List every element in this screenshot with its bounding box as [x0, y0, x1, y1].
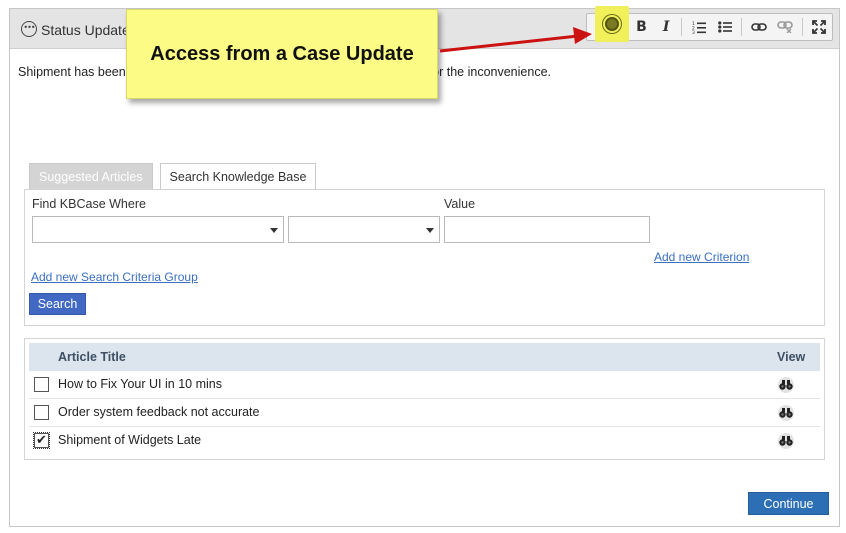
column-header-view: View: [777, 350, 806, 364]
table-row: Order system feedback not accurate: [29, 399, 820, 427]
add-new-criterion-link[interactable]: Add new Criterion: [654, 250, 749, 264]
binoculars-icon[interactable]: [777, 405, 795, 421]
callout-text: Access from a Case Update: [150, 42, 414, 65]
continue-button[interactable]: Continue: [748, 492, 829, 515]
row-checkbox[interactable]: [34, 405, 49, 420]
unlink-button[interactable]: [772, 14, 799, 40]
tab-search-knowledge-base[interactable]: Search Knowledge Base: [159, 163, 317, 190]
toolbar-divider: [741, 18, 743, 36]
table-header: [29, 343, 820, 371]
numbered-list-icon: 1 2 3: [692, 21, 706, 34]
toolbar-divider: [801, 18, 803, 36]
svg-text:3: 3: [692, 30, 695, 34]
speech-bubble-icon: •••: [21, 21, 37, 37]
link-button[interactable]: [745, 14, 772, 40]
italic-button[interactable]: I: [654, 14, 679, 40]
article-title: Order system feedback not accurate: [58, 405, 260, 419]
toolbar-divider: [681, 18, 683, 36]
row-checkbox[interactable]: ✔: [33, 432, 50, 449]
annotation-callout: Access from a Case Update: [126, 9, 438, 99]
panel-title: Status Update: [41, 22, 130, 38]
editor-toolbar: B I 1 2 3: [586, 6, 833, 42]
bulleted-list-button[interactable]: [712, 14, 739, 40]
value-label: Value: [444, 197, 476, 211]
column-header-article-title: Article Title: [58, 350, 126, 364]
binoculars-icon[interactable]: [777, 433, 795, 449]
value-input[interactable]: [444, 216, 650, 243]
chevron-down-icon: [270, 228, 278, 233]
article-title: Shipment of Widgets Late: [58, 433, 202, 447]
numbered-list-button[interactable]: 1 2 3: [685, 14, 712, 40]
operator-select[interactable]: [288, 216, 440, 243]
kb-tabs: Suggested Articles Search Knowledge Base: [29, 163, 323, 190]
search-button[interactable]: Search: [29, 293, 86, 315]
chevron-down-icon: [426, 228, 434, 233]
tab-suggested-articles[interactable]: Suggested Articles: [29, 163, 153, 190]
fullscreen-button[interactable]: [805, 14, 832, 40]
unlink-icon: [777, 21, 794, 33]
field-select[interactable]: [32, 216, 284, 243]
expand-icon: [811, 20, 826, 34]
knowledge-base-button[interactable]: [595, 6, 630, 42]
table-row: ✔ Shipment of Widgets Late: [29, 427, 820, 455]
bold-button[interactable]: B: [629, 14, 654, 40]
add-search-criteria-group-link[interactable]: Add new Search Criteria Group: [31, 270, 198, 284]
binoculars-icon[interactable]: [777, 377, 795, 393]
row-checkbox[interactable]: [34, 377, 49, 392]
link-icon: [750, 23, 767, 31]
article-title: How to Fix Your UI in 10 mins: [58, 377, 222, 391]
find-label: Find KBCase Where: [32, 197, 146, 211]
table-row: How to Fix Your UI in 10 mins: [29, 371, 820, 399]
knowledge-base-icon: [605, 17, 620, 31]
bulleted-list-icon: [718, 21, 733, 33]
